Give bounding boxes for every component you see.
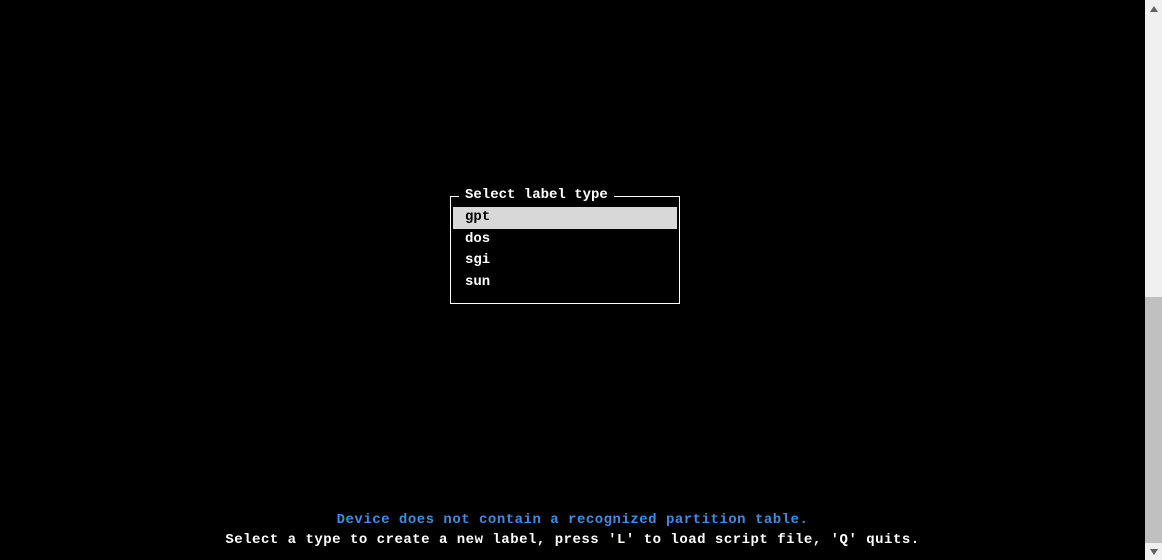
label-option-sgi[interactable]: sgi [453, 250, 677, 272]
status-hint: Select a type to create a new label, pre… [0, 532, 1145, 548]
terminal-viewport: Select label type gpt dos sgi sun Device… [0, 0, 1145, 560]
select-label-type-dialog: Select label type gpt dos sgi sun [450, 196, 680, 304]
vertical-scrollbar[interactable] [1145, 0, 1162, 560]
scroll-thumb[interactable] [1145, 297, 1162, 543]
label-option-gpt[interactable]: gpt [453, 207, 677, 229]
status-warning: Device does not contain a recognized par… [0, 512, 1145, 528]
dialog-options-list: gpt dos sgi sun [451, 197, 679, 303]
scroll-down-arrow-icon[interactable] [1145, 543, 1162, 560]
label-option-dos[interactable]: dos [453, 229, 677, 251]
dialog-title: Select label type [459, 187, 614, 203]
dialog-title-wrapper: Select label type [459, 187, 671, 203]
scroll-up-arrow-icon[interactable] [1145, 0, 1162, 17]
scroll-track[interactable] [1145, 17, 1162, 543]
status-area: Device does not contain a recognized par… [0, 512, 1145, 548]
label-option-sun[interactable]: sun [453, 272, 677, 294]
